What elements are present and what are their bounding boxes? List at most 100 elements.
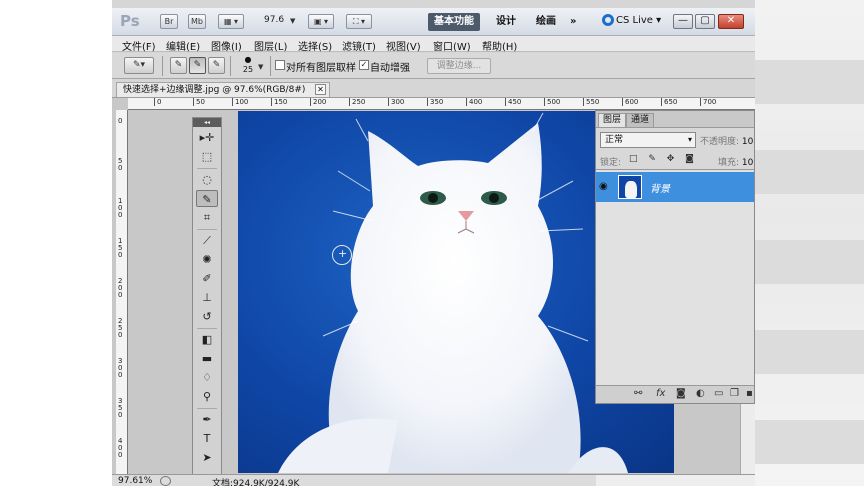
desktop-right <box>755 0 864 486</box>
horizontal-scrollbar[interactable] <box>596 474 755 486</box>
ruler-label: 0 <box>154 98 161 106</box>
horizontal-ruler: 0 50 100 150 200 250 300 350 400 450 500 550 600 650 7… <box>128 98 755 110</box>
menu-window[interactable]: 窗口(W) <box>433 38 471 53</box>
document-tab[interactable]: 快速选择+边缘调整.jpg @ 97.6%(RGB/8#) ✕ <box>116 82 330 97</box>
ruler-label: 700 <box>700 98 716 106</box>
ruler-label: 0 <box>118 117 123 125</box>
divider <box>230 56 231 76</box>
lock-icons[interactable]: □ ✎ ✥ ◙ <box>629 154 698 164</box>
more-workspaces-button[interactable]: » <box>564 13 582 31</box>
arrange-documents-button[interactable]: ▣ ▾ <box>308 14 334 29</box>
spot-heal-tool-icon[interactable]: ✺ <box>196 251 218 268</box>
zoom-level[interactable]: 97.6 <box>264 15 284 25</box>
mini-bridge-button[interactable]: Mb <box>188 14 206 29</box>
zoom-dropdown-icon[interactable]: ▼ <box>290 17 295 25</box>
menu-view[interactable]: 视图(V) <box>386 38 421 53</box>
layer-thumbnail <box>618 175 642 199</box>
new-selection-icon[interactable]: ✎ <box>170 57 187 74</box>
menu-edit[interactable]: 编辑(E) <box>166 38 200 53</box>
minimize-button[interactable]: — <box>673 14 693 29</box>
tools-panel-header[interactable]: ◂◂ <box>193 118 221 127</box>
blend-mode-select[interactable]: 正常 <box>600 132 696 148</box>
layer-style-icon[interactable]: fx <box>656 388 665 399</box>
divider <box>270 56 271 76</box>
ruler-label: 300 <box>118 357 123 379</box>
ruler-label: 100 <box>232 98 248 106</box>
delete-layer-icon[interactable]: ▪ <box>746 388 753 399</box>
lasso-tool-icon[interactable]: ◌ <box>196 171 218 188</box>
gradient-tool-icon[interactable]: ▬ <box>196 350 218 367</box>
new-group-icon[interactable]: ▭ <box>714 388 723 399</box>
cs-live-menu[interactable]: CS Live ▾ <box>602 14 661 26</box>
view-extras-button[interactable]: ▦ ▾ <box>218 14 244 29</box>
clone-stamp-tool-icon[interactable]: ⊥ <box>196 289 218 306</box>
quick-selection-tool-icon[interactable]: ✎ <box>196 190 218 207</box>
screen-mode-button[interactable]: ⛶ ▾ <box>346 14 372 29</box>
application-bar: Ps Br Mb ▦ ▾ 97.6 ▼ ▣ ▾ ⛶ ▾ 基本功能 设计 绘画 »… <box>112 8 755 36</box>
toolbox-divider <box>197 325 217 329</box>
menu-help[interactable]: 帮助(H) <box>482 38 517 53</box>
ruler-label: 600 <box>622 98 638 106</box>
move-tool-icon[interactable]: ▸✛ <box>196 129 218 146</box>
sample-all-layers-checkbox[interactable] <box>275 60 285 70</box>
brush-dropdown-icon[interactable]: ▼ <box>258 63 263 71</box>
fill-label[interactable]: 填充: 10 <box>718 155 753 168</box>
menu-file[interactable]: 文件(F) <box>122 38 156 53</box>
tool-preset-picker[interactable]: ✎▾ <box>124 57 154 74</box>
tab-layers[interactable]: 图层 <box>598 113 627 127</box>
menu-filter[interactable]: 滤镜(T) <box>342 38 376 53</box>
history-brush-tool-icon[interactable]: ↺ <box>196 308 218 325</box>
auto-enhance-checkbox[interactable]: ✓ <box>359 60 369 70</box>
adjustment-layer-icon[interactable]: ◐ <box>696 388 705 399</box>
layer-mask-icon[interactable]: ◙ <box>676 388 686 399</box>
marquee-tool-icon[interactable]: ⬚ <box>196 148 218 165</box>
tab-channels[interactable]: 通道 <box>626 113 655 127</box>
opacity-label[interactable]: 不透明度: 10 <box>700 134 753 147</box>
subtract-selection-icon[interactable]: ✎ <box>208 57 225 74</box>
ruler-label: 400 <box>118 437 123 459</box>
refine-edge-button[interactable]: 调整边缘... <box>427 58 491 74</box>
new-layer-icon[interactable]: ❐ <box>730 388 739 399</box>
pen-tool-icon[interactable]: ✒ <box>196 411 218 428</box>
ps-logo: Ps <box>120 12 140 30</box>
add-to-selection-icon[interactable]: ✎ <box>189 57 206 74</box>
path-select-tool-icon[interactable]: ➤ <box>196 449 218 466</box>
layers-panel-header: 图层 通道 <box>596 111 754 128</box>
menu-select[interactable]: 选择(S) <box>298 38 332 53</box>
dodge-tool-icon[interactable]: ⚲ <box>196 388 218 405</box>
status-bar: 97.61% 文档:924.9K/924.9K <box>112 474 596 486</box>
brush-tool-icon[interactable]: ✐ <box>196 270 218 287</box>
layer-row[interactable]: ◉ 背景 <box>596 172 754 202</box>
status-zoom[interactable]: 97.61% <box>118 476 152 486</box>
ruler-label: 500 <box>544 98 560 106</box>
close-document-icon[interactable]: ✕ <box>315 84 326 95</box>
ruler-label: 200 <box>310 98 326 106</box>
ruler-label: 200 <box>118 277 123 299</box>
workspace-design[interactable]: 设计 <box>490 13 522 31</box>
workspace-painting[interactable]: 绘画 <box>530 13 562 31</box>
close-button[interactable]: ✕ <box>718 14 744 29</box>
eye-icon[interactable]: ◉ <box>599 181 608 192</box>
layer-list: ◉ 背景 <box>596 169 754 385</box>
workspace-essentials[interactable]: 基本功能 <box>428 13 480 31</box>
ruler-label: 350 <box>427 98 443 106</box>
brush-picker[interactable]: ● 25 <box>236 55 260 77</box>
menu-image[interactable]: 图像(I) <box>211 38 242 53</box>
menu-layer[interactable]: 图层(L) <box>254 38 287 53</box>
auto-enhance-label: 自动增强 <box>370 63 410 74</box>
type-tool-icon[interactable]: T <box>196 430 218 447</box>
status-info-icon[interactable] <box>160 476 171 486</box>
toolbox-divider <box>197 226 217 230</box>
bridge-button[interactable]: Br <box>160 14 178 29</box>
blur-tool-icon[interactable]: ♢ <box>196 369 218 386</box>
ruler-label: 100 <box>118 197 123 219</box>
lock-label: 锁定: <box>600 158 622 168</box>
ruler-label: 650 <box>661 98 677 106</box>
link-layers-icon[interactable]: ⚯ <box>634 388 642 399</box>
maximize-button[interactable]: ▢ <box>695 14 715 29</box>
crop-tool-icon[interactable]: ⌗ <box>196 209 218 226</box>
eraser-tool-icon[interactable]: ◧ <box>196 331 218 348</box>
ruler-label: 250 <box>349 98 365 106</box>
ruler-label: 550 <box>583 98 599 106</box>
eyedropper-tool-icon[interactable]: ⟋ <box>196 232 218 249</box>
